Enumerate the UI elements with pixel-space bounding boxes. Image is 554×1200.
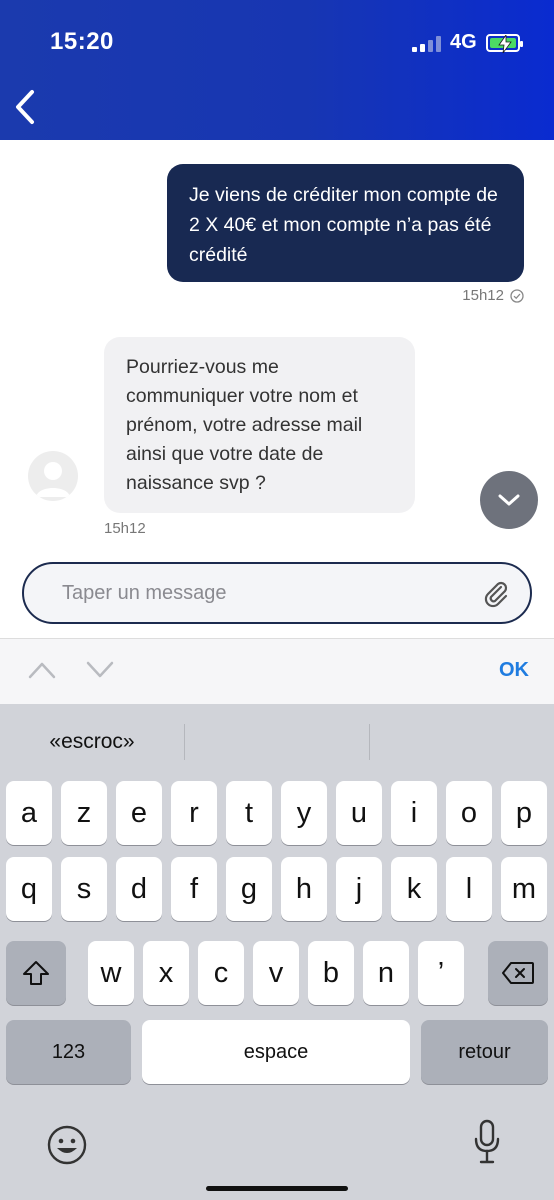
paperclip-icon[interactable]	[480, 578, 512, 610]
key-a[interactable]: a	[6, 781, 52, 845]
key-j[interactable]: j	[336, 857, 382, 921]
chevron-down-icon	[498, 494, 520, 506]
key-t[interactable]: t	[226, 781, 272, 845]
user-silhouette-icon	[36, 462, 70, 497]
next-field-chevron-down-icon[interactable]	[85, 659, 115, 681]
key-c[interactable]: c	[198, 941, 244, 1005]
key-n[interactable]: n	[363, 941, 409, 1005]
key-z[interactable]: z	[61, 781, 107, 845]
suggestion-divider	[369, 724, 370, 760]
key-g[interactable]: g	[226, 857, 272, 921]
shift-key[interactable]	[6, 941, 66, 1005]
read-check-icon	[510, 288, 524, 303]
battery-icon	[486, 34, 523, 53]
key-b[interactable]: b	[308, 941, 354, 1005]
outgoing-time: 15h12	[462, 287, 504, 304]
key-r[interactable]: r	[171, 781, 217, 845]
suggestion-1[interactable]: «escroc»	[0, 730, 184, 754]
key-u[interactable]: u	[336, 781, 382, 845]
key-l[interactable]: l	[446, 857, 492, 921]
key-v[interactable]: v	[253, 941, 299, 1005]
back-chevron-icon[interactable]	[10, 88, 42, 126]
chat-thread[interactable]: Je viens de créditer mon compte de 2 X 4…	[0, 140, 554, 545]
backspace-icon	[502, 962, 534, 984]
key-f[interactable]: f	[171, 857, 217, 921]
keyboard-toolbar: OK	[0, 638, 554, 704]
message-input[interactable]: Taper un message	[22, 562, 532, 624]
status-time: 15:20	[50, 28, 114, 55]
network-type: 4G	[450, 31, 477, 53]
key-s[interactable]: s	[61, 857, 107, 921]
keyboard: «escroc» a z e r t y u i o p q s d f g h…	[0, 704, 554, 1200]
key-p[interactable]: p	[501, 781, 547, 845]
key-m[interactable]: m	[501, 857, 547, 921]
key-w[interactable]: w	[88, 941, 134, 1005]
previous-field-chevron-up-icon[interactable]	[27, 659, 57, 681]
key-o[interactable]: o	[446, 781, 492, 845]
incoming-timestamp: 15h12	[104, 520, 146, 537]
suggestion-divider	[184, 724, 185, 760]
key-x[interactable]: x	[143, 941, 189, 1005]
suggestion-bar: «escroc»	[0, 704, 554, 780]
space-key[interactable]: espace	[142, 1020, 410, 1084]
message-placeholder: Taper un message	[62, 582, 227, 604]
key-h[interactable]: h	[281, 857, 327, 921]
composer-area: Taper un message	[0, 545, 554, 637]
outgoing-timestamp: 15h12	[462, 287, 524, 304]
outgoing-message[interactable]: Je viens de créditer mon compte de 2 X 4…	[167, 164, 524, 282]
numbers-key[interactable]: 123	[6, 1020, 131, 1084]
microphone-icon[interactable]	[473, 1119, 501, 1165]
ok-button[interactable]: OK	[499, 659, 529, 682]
delete-key[interactable]	[488, 941, 548, 1005]
key-d[interactable]: d	[116, 857, 162, 921]
shift-arrow-icon	[23, 961, 49, 985]
home-indicator[interactable]	[206, 1186, 348, 1191]
key-e[interactable]: e	[116, 781, 162, 845]
app-header: 15:20 4G	[0, 0, 554, 140]
return-key[interactable]: retour	[421, 1020, 548, 1084]
signal-strength-icon	[412, 36, 442, 52]
key-y[interactable]: y	[281, 781, 327, 845]
emoji-icon[interactable]	[46, 1124, 88, 1166]
key-apostrophe[interactable]: ’	[418, 941, 464, 1005]
key-q[interactable]: q	[6, 857, 52, 921]
incoming-message[interactable]: Pourriez-vous me communiquer votre nom e…	[104, 337, 415, 513]
scroll-down-button[interactable]	[480, 471, 538, 529]
agent-avatar	[28, 451, 78, 501]
key-i[interactable]: i	[391, 781, 437, 845]
key-k[interactable]: k	[391, 857, 437, 921]
